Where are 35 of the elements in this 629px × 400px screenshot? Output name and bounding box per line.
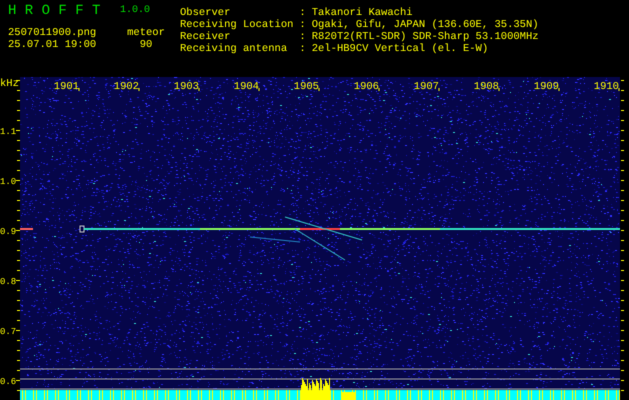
info-value: R820T2(RTL-SDR) SDR-Sharp 53.1000MHz: [312, 31, 539, 43]
frequency-label: 1.1: [0, 127, 16, 137]
time-label: 1906: [354, 81, 379, 93]
detection-label: meteor: [127, 27, 165, 39]
info-separator: :: [298, 19, 307, 31]
time-label: 1904: [234, 81, 259, 93]
time-label: 1909: [534, 81, 559, 93]
time-label: 1907: [414, 81, 439, 93]
info-value: Takanori Kawachi: [312, 7, 414, 19]
info-label: Receiving antenna: [180, 43, 288, 55]
info-label: Receiving Location: [180, 19, 294, 31]
time-label: 1902: [114, 81, 139, 93]
time-label: 1908: [474, 81, 499, 93]
file-name: 2507011900.png: [8, 27, 98, 39]
frequency-label: 1.0: [0, 177, 16, 187]
info-value: Ogaki, Gifu, JAPAN (136.60E, 35.35N): [312, 19, 539, 31]
time-label: 1903: [174, 81, 199, 93]
frequency-label: 0.6: [0, 377, 16, 387]
frequency-label: 0.8: [0, 277, 16, 287]
axis-unit: kHz: [0, 78, 19, 90]
info-label: Observer: [180, 7, 232, 19]
info-separator: :: [298, 43, 307, 55]
app-title: H R O F F T: [8, 3, 102, 19]
time-label: 1905: [294, 81, 319, 93]
time-label: 1901: [54, 81, 79, 93]
info-separator: :: [298, 7, 307, 19]
info-label: Receiver: [180, 31, 232, 43]
frequency-label: 0.7: [0, 327, 16, 337]
frequency-label: 0.9: [0, 227, 16, 237]
detection-count: 90: [140, 39, 152, 53]
time-label: 1910: [594, 81, 619, 93]
app-version: 1.0.0: [120, 5, 152, 17]
info-separator: :: [298, 31, 307, 43]
info-value: 2el-HB9CV Vertical (el. E-W): [312, 43, 490, 55]
timestamp: 25.07.01 19:00: [8, 39, 98, 53]
